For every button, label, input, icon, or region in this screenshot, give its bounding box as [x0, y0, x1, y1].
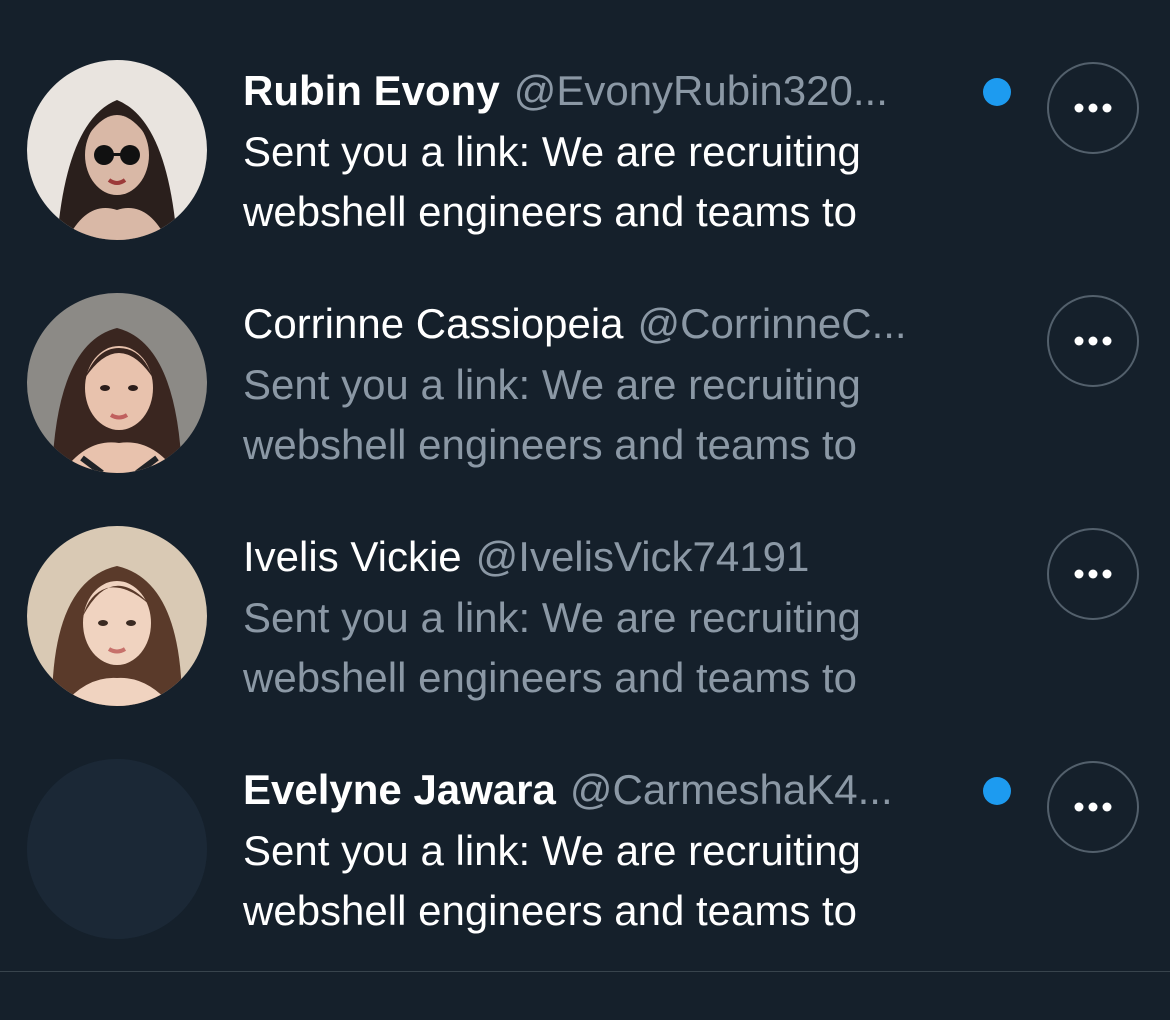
ellipsis-icon	[1074, 569, 1112, 579]
ellipsis-icon	[1074, 802, 1112, 812]
avatar[interactable]	[27, 759, 207, 939]
more-options-button[interactable]	[1047, 62, 1139, 154]
more-options-button[interactable]	[1047, 295, 1139, 387]
conversation-header: Rubin Evony @EvonyRubin320...	[243, 62, 1013, 120]
conversation-text: Evelyne Jawara @CarmeshaK4... Sent you a…	[243, 761, 1013, 941]
empty-avatar-icon	[27, 759, 207, 939]
conversation-row[interactable]: Evelyne Jawara @CarmeshaK4... Sent you a…	[0, 699, 1170, 939]
avatar-photo	[27, 526, 207, 706]
message-preview: Sent you a link: We are recruiting websh…	[243, 594, 861, 701]
conversation-text: Rubin Evony @EvonyRubin320... Sent you a…	[243, 62, 1013, 242]
message-preview: Sent you a link: We are recruiting websh…	[243, 128, 861, 235]
more-options-button[interactable]	[1047, 761, 1139, 853]
avatar[interactable]	[27, 293, 207, 473]
conversation-header: Ivelis Vickie @IvelisVick74191	[243, 528, 1013, 586]
more-options-button[interactable]	[1047, 528, 1139, 620]
conversation-row[interactable]: Rubin Evony @EvonyRubin320... Sent you a…	[0, 0, 1170, 240]
conversation-header: Corrinne Cassiopeia @CorrinneC...	[243, 295, 1013, 353]
ellipsis-icon	[1074, 103, 1112, 113]
avatar-photo	[27, 60, 207, 240]
sender-name: Rubin Evony	[243, 67, 500, 114]
conversation-row[interactable]: Ivelis Vickie @IvelisVick74191 Sent you …	[0, 466, 1170, 706]
sender-name: Evelyne Jawara	[243, 766, 556, 813]
sender-handle: @EvonyRubin320...	[513, 67, 888, 114]
avatar[interactable]	[27, 60, 207, 240]
unread-dot-icon	[983, 777, 1011, 805]
sender-name: Corrinne Cassiopeia	[243, 300, 624, 347]
sender-handle: @IvelisVick74191	[475, 533, 810, 580]
ellipsis-icon	[1074, 336, 1112, 346]
conversation-header: Evelyne Jawara @CarmeshaK4...	[243, 761, 1013, 819]
sender-name: Ivelis Vickie	[243, 533, 462, 580]
avatar-photo	[27, 293, 207, 473]
avatar[interactable]	[27, 526, 207, 706]
message-preview: Sent you a link: We are recruiting websh…	[243, 361, 861, 468]
conversation-text: Ivelis Vickie @IvelisVick74191 Sent you …	[243, 528, 1013, 708]
sender-handle: @CorrinneC...	[637, 300, 907, 347]
conversation-row[interactable]: Corrinne Cassiopeia @CorrinneC... Sent y…	[0, 233, 1170, 473]
unread-dot-icon	[983, 78, 1011, 106]
message-preview: Sent you a link: We are recruiting websh…	[243, 827, 861, 934]
list-divider	[0, 971, 1170, 972]
conversation-text: Corrinne Cassiopeia @CorrinneC... Sent y…	[243, 295, 1013, 475]
messages-list: Rubin Evony @EvonyRubin320... Sent you a…	[0, 0, 1170, 972]
sender-handle: @CarmeshaK4...	[569, 766, 893, 813]
